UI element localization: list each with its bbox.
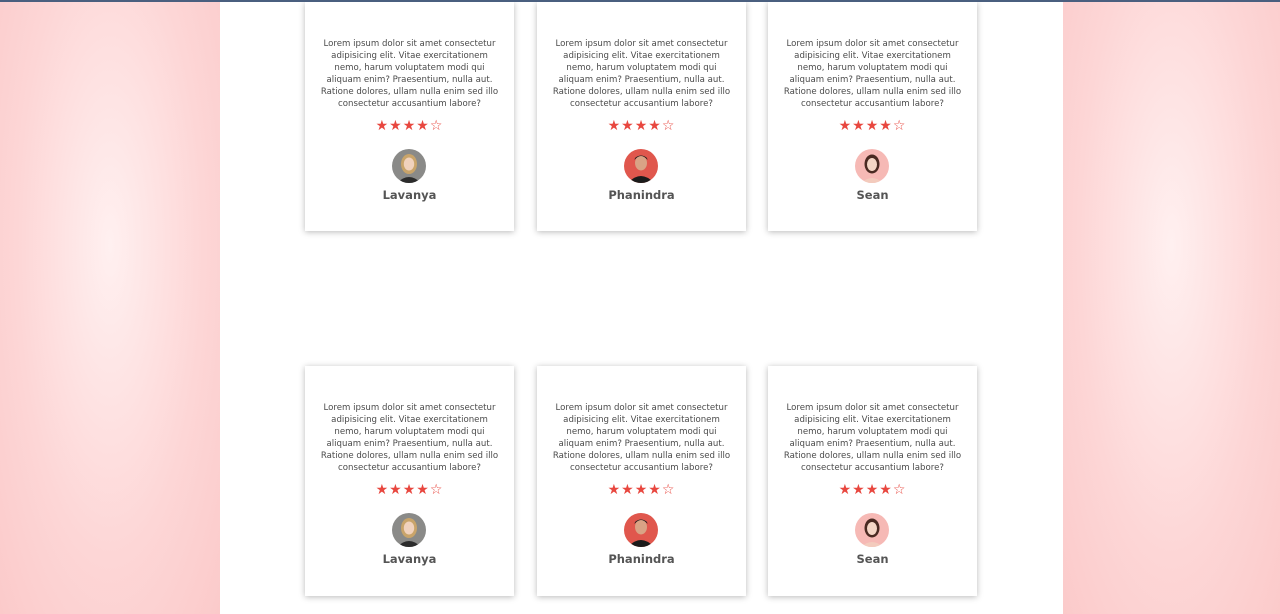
reviewer-name: Sean: [856, 188, 889, 202]
star-rating-icon: ★★★★☆: [838, 118, 907, 134]
reviewer-name: Phanindra: [608, 188, 675, 202]
star-rating-icon: ★★★★☆: [607, 482, 676, 498]
woman-blonde-avatar-icon: [392, 149, 426, 183]
reviewer-name: Lavanya: [382, 188, 437, 202]
reviewer-name: Lavanya: [382, 552, 437, 566]
right-background-panel: [1063, 0, 1280, 614]
star-rating-icon: ★★★★☆: [607, 118, 676, 134]
testimonial-card: Lorem ipsum dolor sit amet consectetur a…: [768, 366, 977, 596]
star-rating-icon: ★★★★☆: [375, 482, 444, 498]
man-dark-hair-avatar-icon: [624, 513, 658, 547]
testimonial-card: Lorem ipsum dolor sit amet consectetur a…: [537, 366, 746, 596]
testimonial-quote: Lorem ipsum dolor sit amet consectetur a…: [783, 39, 962, 110]
woman-pink-background-avatar-icon: [855, 513, 889, 547]
man-dark-hair-avatar-icon: [624, 149, 658, 183]
testimonial-quote: Lorem ipsum dolor sit amet consectetur a…: [320, 403, 499, 474]
testimonial-card: Lorem ipsum dolor sit amet consectetur a…: [305, 2, 514, 231]
star-rating-icon: ★★★★☆: [375, 118, 444, 134]
top-accent-line: [0, 0, 1280, 2]
reviewer-name: Phanindra: [608, 552, 675, 566]
testimonial-card: Lorem ipsum dolor sit amet consectetur a…: [305, 366, 514, 596]
testimonial-quote: Lorem ipsum dolor sit amet consectetur a…: [320, 39, 499, 110]
testimonial-quote: Lorem ipsum dolor sit amet consectetur a…: [783, 403, 962, 474]
star-rating-icon: ★★★★☆: [838, 482, 907, 498]
testimonial-card: Lorem ipsum dolor sit amet consectetur a…: [537, 2, 746, 231]
reviewer-name: Sean: [856, 552, 889, 566]
testimonial-quote: Lorem ipsum dolor sit amet consectetur a…: [552, 39, 731, 110]
woman-blonde-avatar-icon: [392, 513, 426, 547]
woman-pink-background-avatar-icon: [855, 149, 889, 183]
testimonials-section: Lorem ipsum dolor sit amet consectetur a…: [220, 0, 1063, 614]
left-background-panel: [0, 0, 220, 614]
testimonial-card: Lorem ipsum dolor sit amet consectetur a…: [768, 2, 977, 231]
testimonial-quote: Lorem ipsum dolor sit amet consectetur a…: [552, 403, 731, 474]
